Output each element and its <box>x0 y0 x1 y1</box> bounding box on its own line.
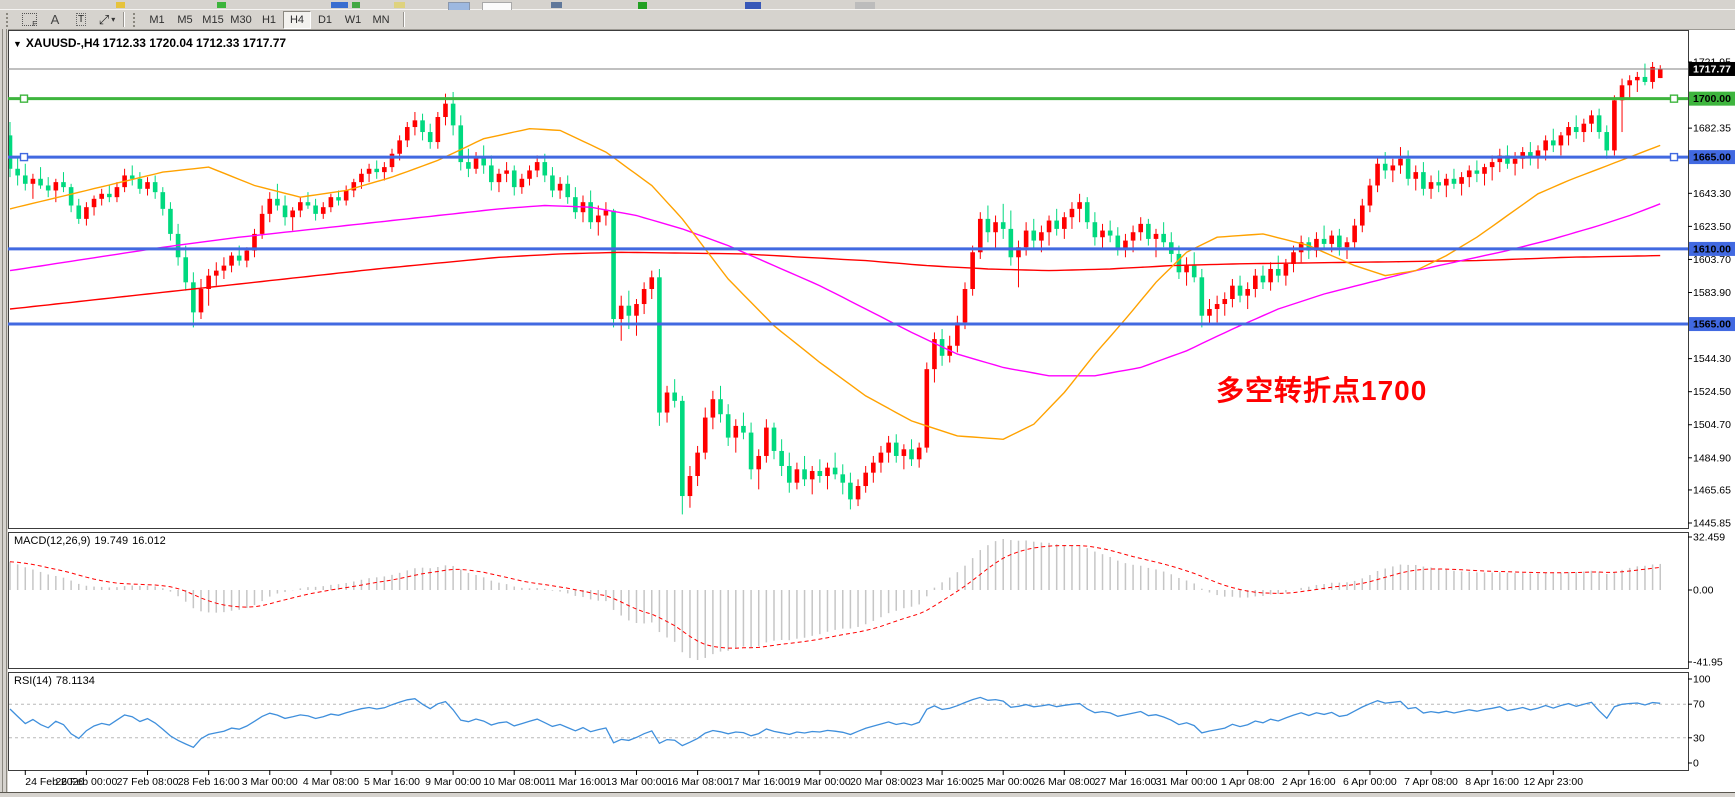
price-axis-label: 1623.50 <box>1693 221 1731 233</box>
price-axis-label: 1583.90 <box>1693 287 1731 299</box>
time-axis-label: 26 Mar 08:00 <box>1033 776 1095 788</box>
time-axis-label: 20 Mar 08:00 <box>850 776 912 788</box>
time-axis-label: 27 Mar 16:00 <box>1095 776 1157 788</box>
chart-pane <box>9 673 1689 771</box>
time-axis-label: 4 Mar 08:00 <box>303 776 359 788</box>
chevron-down-icon[interactable]: ▼ <box>13 39 22 49</box>
time-axis: 24 Feb 202026 Feb 00:0027 Feb 08:0028 Fe… <box>25 770 1583 788</box>
symbol-ohlc-text: XAUUSD-,H4 1712.33 1720.04 1712.33 1717.… <box>26 36 286 50</box>
price-axis-label: 1524.50 <box>1693 386 1731 398</box>
macd-indicator-label: MACD(12,26,9) 19.749 16.012 <box>14 535 170 547</box>
macd-axis-label: 32.459 <box>1693 532 1725 544</box>
time-axis-label: 19 Mar 00:00 <box>789 776 851 788</box>
chart-annotation-text[interactable]: 多空转折点1700 <box>1216 369 1427 409</box>
hline-handle[interactable] <box>1671 154 1678 161</box>
time-axis-label: 8 Apr 16:00 <box>1465 776 1519 788</box>
rsi-axis-label: 70 <box>1693 699 1705 711</box>
macd-main-value: 19.749 <box>94 535 128 547</box>
rsi-axis-label: 100 <box>1693 674 1711 686</box>
price-box-label: 1610.00 <box>1693 243 1731 255</box>
trading-platform-window: { "toolbar": { "tool_labels": ["F", "A",… <box>0 0 1735 797</box>
time-axis-label: 6 Apr 00:00 <box>1343 776 1397 788</box>
rsi-value: 78.1134 <box>56 675 95 687</box>
price-box-label: 1665.00 <box>1693 152 1731 164</box>
time-axis-label: 5 Mar 16:00 <box>364 776 420 788</box>
time-axis-label: 28 Feb 16:00 <box>178 776 240 788</box>
rsi-axis-label: 30 <box>1693 732 1705 744</box>
price-axis-label: 1484.90 <box>1693 452 1731 464</box>
chart-symbol-ohlc-line: ▼ XAUUSD-,H4 1712.33 1720.04 1712.33 1717… <box>13 36 286 50</box>
time-axis-label: 12 Apr 23:00 <box>1523 776 1583 788</box>
hline-handle[interactable] <box>1671 95 1678 102</box>
price-box-label: 1565.00 <box>1693 319 1731 331</box>
time-axis-label: 23 Mar 16:00 <box>911 776 973 788</box>
time-axis-label: 10 Mar 08:00 <box>483 776 545 788</box>
price-axis: 1721.951682.351643.301623.501603.701583.… <box>1688 57 1735 530</box>
time-axis-label: 16 Mar 08:00 <box>667 776 729 788</box>
time-axis-label: 31 Mar 00:00 <box>1156 776 1218 788</box>
time-axis-label: 3 Mar 00:00 <box>242 776 298 788</box>
hline-handle[interactable] <box>21 154 28 161</box>
chart-pane <box>9 31 1689 529</box>
chart-canvas[interactable]: 1721.951682.351643.301623.501603.701583.… <box>0 0 1735 797</box>
time-axis-label: 1 Apr 08:00 <box>1221 776 1275 788</box>
rsi-indicator-label: RSI(14) 78.1134 <box>14 675 99 687</box>
price-axis-label: 1465.65 <box>1693 484 1731 496</box>
macd-axis-label: -41.95 <box>1693 657 1723 669</box>
time-axis-label: 25 Mar 00:00 <box>972 776 1034 788</box>
time-axis-label: 9 Mar 00:00 <box>425 776 481 788</box>
price-box-label: 1700.00 <box>1693 93 1731 105</box>
time-axis-label: 2 Apr 16:00 <box>1282 776 1336 788</box>
time-axis-label: 17 Mar 16:00 <box>728 776 790 788</box>
price-axis-label: 1504.70 <box>1693 419 1731 431</box>
status-bar-edge <box>0 792 1735 797</box>
time-axis-label: 7 Apr 08:00 <box>1404 776 1458 788</box>
macd-axis-label: 0.00 <box>1693 585 1714 597</box>
macd-signal-value: 16.012 <box>132 535 166 547</box>
chart-pane <box>9 533 1689 669</box>
rsi-name: RSI(14) <box>14 675 52 687</box>
price-box-label: 1717.77 <box>1693 63 1731 75</box>
time-axis-label: 27 Feb 08:00 <box>117 776 179 788</box>
price-axis-label: 1445.85 <box>1693 518 1731 530</box>
time-axis-label: 26 Feb 00:00 <box>55 776 117 788</box>
time-axis-label: 11 Mar 16:00 <box>545 776 606 788</box>
hline-handle[interactable] <box>21 95 28 102</box>
price-axis-label: 1682.35 <box>1693 123 1731 135</box>
rsi-axis-label: 0 <box>1693 758 1699 770</box>
price-axis-label: 1643.30 <box>1693 188 1731 200</box>
price-axis-label: 1544.30 <box>1693 353 1731 365</box>
macd-name: MACD(12,26,9) <box>14 535 90 547</box>
time-axis-label: 13 Mar 00:00 <box>606 776 668 788</box>
